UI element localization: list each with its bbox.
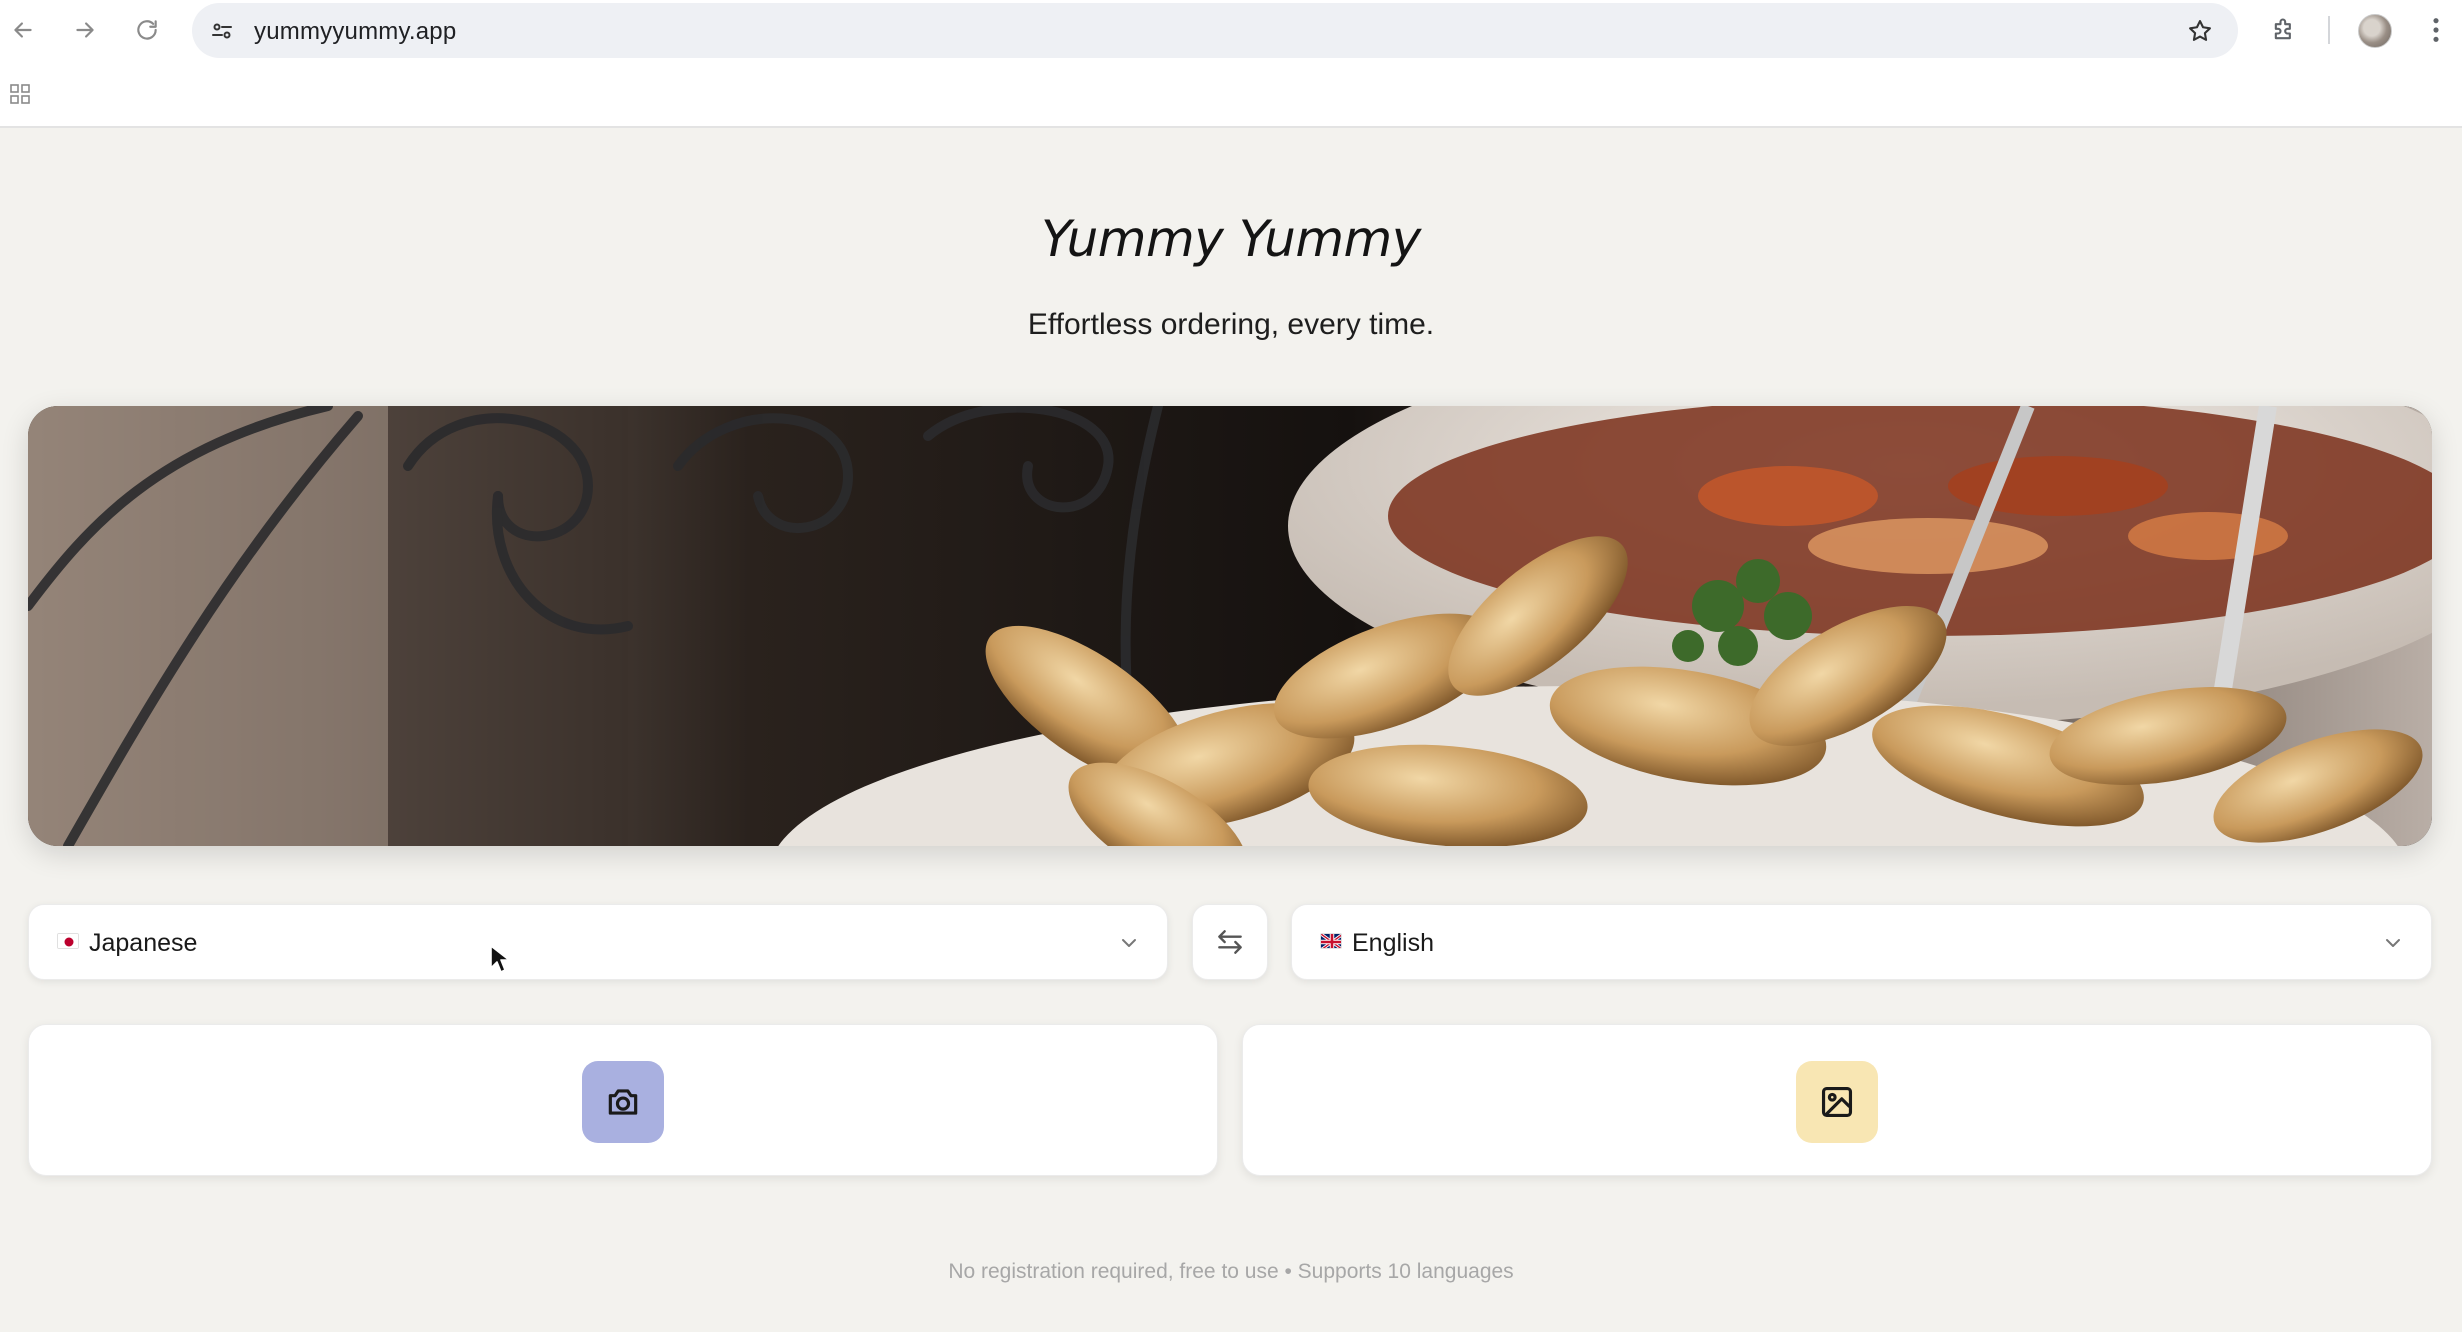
reload-button[interactable]: [130, 13, 164, 47]
hero-image: [28, 406, 2432, 846]
swap-languages-button[interactable]: [1192, 904, 1268, 980]
arrow-left-icon: [14, 22, 32, 38]
upload-image-card[interactable]: [1242, 1024, 2432, 1176]
mouse-cursor-icon: [490, 945, 510, 973]
japan-flag-icon: [57, 933, 79, 949]
uk-flag-icon: [1320, 933, 1342, 949]
camera-icon: [608, 1089, 638, 1115]
food-photo-illustration: [28, 406, 2432, 846]
footer-note: No registration required, free to use • …: [948, 1260, 1514, 1283]
chevron-down-icon: [1122, 939, 1136, 947]
url-text[interactable]: yummyyummy.app: [254, 18, 456, 46]
take-photo-card[interactable]: [28, 1024, 1218, 1176]
source-language-select[interactable]: Japanese: [28, 904, 1168, 980]
toolbar-divider: [2328, 16, 2330, 44]
back-button[interactable]: [6, 13, 40, 47]
target-language-select[interactable]: English: [1291, 904, 2432, 980]
bookmarks-bar: [0, 60, 2462, 128]
gallery-button[interactable]: [1796, 1061, 1878, 1143]
apps-grid-icon[interactable]: [6, 80, 34, 108]
more-menu-icon[interactable]: [2420, 12, 2452, 48]
source-language-label: Japanese: [89, 929, 198, 957]
page-title: Yummy Yummy: [1041, 210, 1421, 268]
reload-icon: [137, 20, 157, 40]
target-language-label: English: [1352, 929, 1434, 957]
browser-toolbar: yummyyummy.app: [0, 0, 2462, 60]
site-settings-icon[interactable]: [206, 15, 238, 47]
forward-button[interactable]: [68, 13, 102, 47]
chevron-down-icon: [2386, 939, 2400, 947]
profile-avatar[interactable]: [2358, 14, 2392, 48]
arrow-right-icon: [76, 22, 94, 38]
swap-arrows-icon: [1218, 930, 1242, 954]
bookmark-star-icon[interactable]: [2184, 15, 2216, 47]
page-content: Yummy Yummy Effortless ordering, every t…: [0, 130, 2462, 1332]
address-bar[interactable]: yummyyummy.app: [192, 3, 2238, 58]
camera-button[interactable]: [582, 1061, 664, 1143]
page-tagline: Effortless ordering, every time.: [1027, 308, 1435, 341]
image-icon: [1821, 1086, 1853, 1118]
extensions-puzzle-icon[interactable]: [2266, 12, 2302, 48]
